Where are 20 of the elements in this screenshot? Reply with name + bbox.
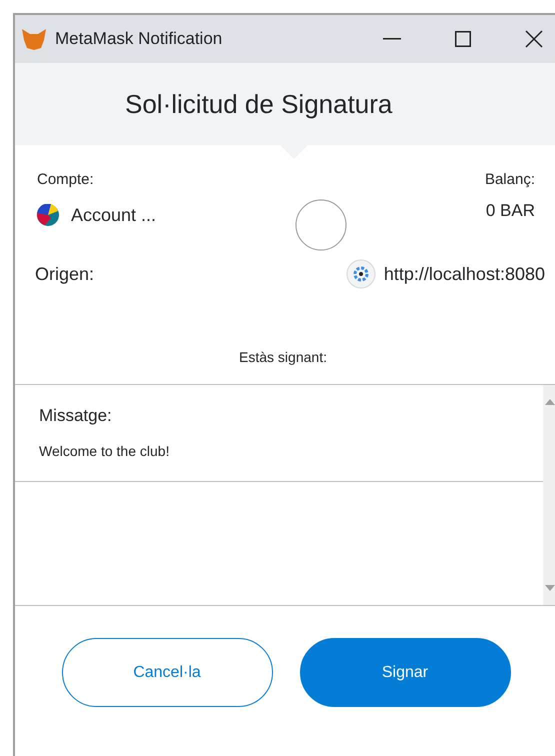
- window-title: MetaMask Notification: [55, 28, 222, 50]
- balance-value: 0 BAR: [486, 200, 535, 222]
- close-icon[interactable]: [525, 30, 543, 48]
- page-title: Sol·licitud de Signatura: [125, 88, 392, 120]
- fox-logo-icon: [21, 28, 47, 50]
- sign-button[interactable]: Signar: [300, 638, 510, 707]
- message-text: Welcome to the club!: [39, 442, 170, 460]
- account-label: Compte:: [37, 170, 95, 190]
- message-label: Missatge:: [39, 405, 113, 427]
- site-gear-icon: [346, 259, 376, 289]
- origin-label: Origen:: [35, 262, 94, 286]
- maximize-icon[interactable]: [455, 31, 471, 47]
- account-name: Account ...: [71, 204, 156, 226]
- target-circle-icon: [294, 199, 346, 251]
- minimize-icon[interactable]: [383, 38, 401, 40]
- origin-url: http://localhost:8080: [384, 262, 545, 286]
- cancel-button[interactable]: Cancel·la: [62, 638, 272, 707]
- signing-label: Estàs signant:: [239, 348, 327, 367]
- balance-label: Balanç:: [484, 170, 535, 190]
- account-avatar-icon: [37, 204, 59, 226]
